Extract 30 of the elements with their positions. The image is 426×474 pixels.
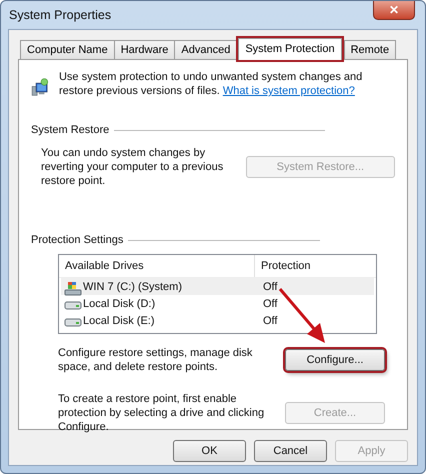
drive-name: WIN 7 (C:) (System) [83, 280, 182, 292]
column-header[interactable]: Available Drives [59, 255, 255, 277]
drive-name: Local Disk (D:) [83, 298, 156, 310]
tab[interactable]: Computer Name [20, 40, 115, 59]
protection-status: Off [262, 280, 278, 292]
protection-status: Off [262, 314, 278, 326]
group-heading: System Restore [31, 124, 110, 136]
drive-row[interactable]: WIN 7 (C:) (System) Off [61, 278, 374, 295]
configure-text: Configure restore settings, manage disk space, and delete restore points. [58, 346, 254, 374]
drive-row[interactable]: Local Disk (D:) Off [61, 295, 374, 312]
system-drive-icon [64, 280, 82, 296]
dialog-button[interactable]: Cancel [254, 440, 327, 462]
configure-button[interactable]: Configure... [285, 349, 385, 371]
help-link[interactable]: What is system protection? [222, 85, 355, 97]
intro-text: Use system protection to undo unwanted system changes and restore previous versions of files. What is system protection? [58, 70, 364, 98]
disk-drive-icon [64, 318, 82, 326]
dialog-button[interactable]: OK [173, 440, 246, 462]
tab[interactable]: Remote [344, 40, 396, 59]
window-title: System Properties [8, 8, 112, 22]
group-heading: Protection Settings [31, 234, 124, 246]
create-text: To create a restore point, first enable protection by selecting a drive and clicking Configure. [58, 392, 266, 434]
tab[interactable]: System Protection [238, 38, 342, 60]
system-restore-text: You can undo system changes by reverting your computer to a previous restore point. [41, 146, 224, 188]
column-header[interactable]: Protection [255, 255, 376, 277]
tab[interactable]: Advanced [174, 40, 238, 59]
disk-drive-icon [64, 300, 82, 310]
drive-name: Local Disk (E:) [83, 314, 155, 326]
protection-status: Off [262, 298, 278, 310]
drive-row[interactable]: Local Disk (E:) Off [61, 312, 374, 329]
tab[interactable]: Hardware [114, 40, 176, 59]
